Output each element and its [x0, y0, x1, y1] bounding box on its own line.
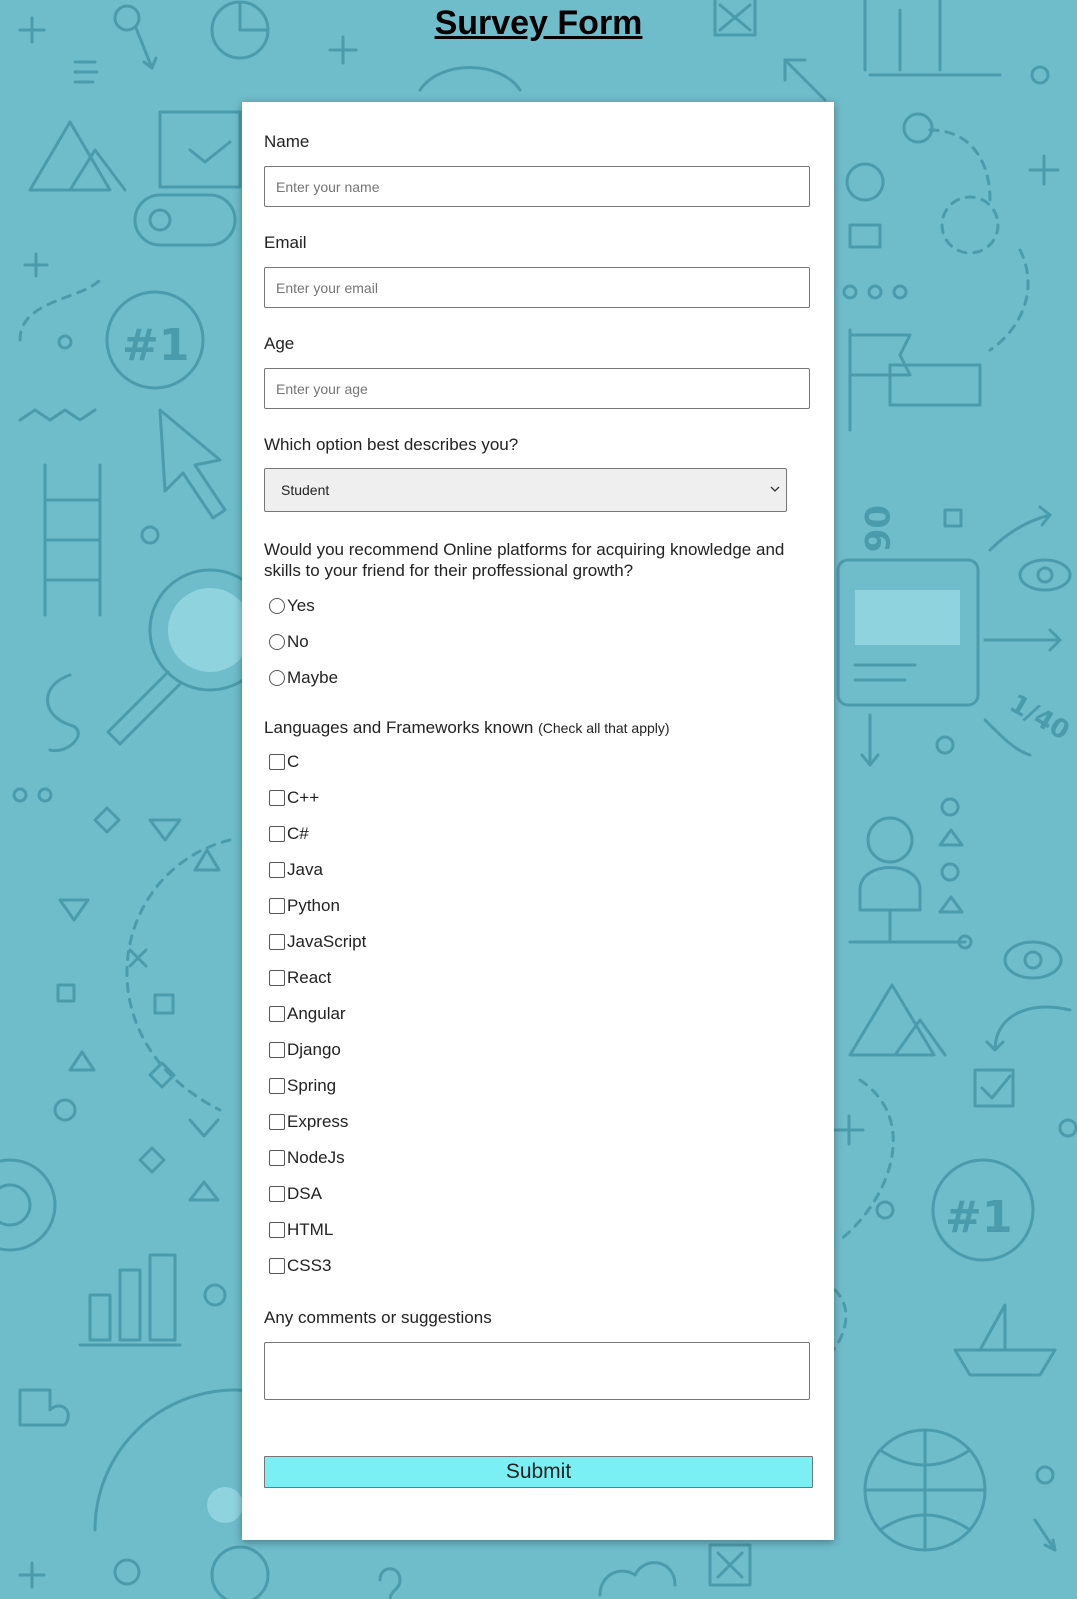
option-label: NodeJs [287, 1148, 345, 1167]
option-label: Python [287, 896, 340, 915]
option-label: DSA [287, 1184, 322, 1203]
svg-text:06: 06 [856, 505, 896, 552]
language-option[interactable]: HTML [269, 1220, 333, 1240]
checkbox[interactable] [269, 1042, 285, 1058]
languages-label-text: Languages and Frameworks known [264, 718, 534, 737]
checkbox[interactable] [269, 970, 285, 986]
language-option[interactable]: JavaScript [269, 932, 366, 952]
option-label: Angular [287, 1004, 346, 1023]
radio-button[interactable] [269, 634, 285, 650]
option-label: C [287, 752, 300, 771]
language-option[interactable]: Express [269, 1112, 348, 1132]
submit-button[interactable]: Submit [264, 1456, 813, 1488]
checkbox[interactable] [269, 826, 285, 842]
option-label: CSS3 [287, 1256, 332, 1275]
role-selected-value: Student [281, 482, 330, 498]
email-input[interactable] [264, 267, 810, 308]
checkbox[interactable] [269, 1186, 285, 1202]
language-option[interactable]: NodeJs [269, 1148, 345, 1168]
language-option[interactable]: React [269, 968, 331, 988]
language-option[interactable]: C# [269, 824, 309, 844]
radio-button[interactable] [269, 598, 285, 614]
languages-hint: (Check all that apply) [538, 720, 670, 736]
comments-label: Any comments or suggestions [264, 1308, 492, 1327]
page-title: Survey Form [434, 4, 643, 42]
language-option[interactable]: C [269, 752, 299, 772]
checkbox[interactable] [269, 754, 285, 770]
language-option[interactable]: Django [269, 1040, 341, 1060]
checkbox[interactable] [269, 1258, 285, 1274]
option-label: Java [287, 860, 323, 879]
role-dropdown[interactable]: Student [264, 468, 787, 512]
option-label: Express [287, 1112, 349, 1131]
option-label: HTML [287, 1220, 334, 1239]
name-input[interactable] [264, 166, 810, 207]
option-label: JavaScript [287, 932, 367, 951]
language-option[interactable]: Python [269, 896, 340, 916]
svg-text:#1: #1 [945, 1192, 1012, 1243]
checkbox[interactable] [269, 934, 285, 950]
checkbox[interactable] [269, 1222, 285, 1238]
comments-textarea[interactable] [264, 1342, 810, 1400]
age-input[interactable] [264, 368, 810, 409]
survey-form-card: Name Email Age Which option best describ… [242, 102, 834, 1540]
checkbox[interactable] [269, 790, 285, 806]
svg-text:#1: #1 [122, 320, 189, 371]
recommend-option-no[interactable]: No [269, 632, 309, 652]
checkbox[interactable] [269, 1078, 285, 1094]
option-label: Yes [287, 596, 315, 615]
language-option[interactable]: DSA [269, 1184, 322, 1204]
recommend-option-maybe[interactable]: Maybe [269, 668, 338, 688]
checkbox[interactable] [269, 1150, 285, 1166]
option-label: C++ [287, 788, 320, 807]
recommend-option-yes[interactable]: Yes [269, 596, 315, 616]
checkbox[interactable] [269, 898, 285, 914]
option-label: C# [287, 824, 309, 843]
name-label: Name [264, 132, 310, 151]
email-label: Email [264, 233, 307, 252]
role-label: Which option best describes you? [264, 435, 519, 454]
language-option[interactable]: CSS3 [269, 1256, 331, 1276]
chevron-down-icon [770, 486, 780, 492]
option-label: Maybe [287, 668, 339, 687]
svg-text:1/40: 1/40 [1004, 689, 1074, 747]
languages-label: Languages and Frameworks known (Check al… [264, 718, 670, 738]
checkbox[interactable] [269, 1114, 285, 1130]
language-option[interactable]: Angular [269, 1004, 346, 1024]
language-option[interactable]: Spring [269, 1076, 336, 1096]
option-label: React [287, 968, 332, 987]
checkbox[interactable] [269, 862, 285, 878]
language-option[interactable]: Java [269, 860, 323, 880]
option-label: No [287, 632, 309, 651]
language-option[interactable]: C++ [269, 788, 319, 808]
option-label: Spring [287, 1076, 337, 1095]
radio-button[interactable] [269, 670, 285, 686]
option-label: Django [287, 1040, 341, 1059]
checkbox[interactable] [269, 1006, 285, 1022]
recommend-question: Would you recommend Online platforms for… [264, 540, 785, 580]
age-label: Age [264, 334, 295, 353]
